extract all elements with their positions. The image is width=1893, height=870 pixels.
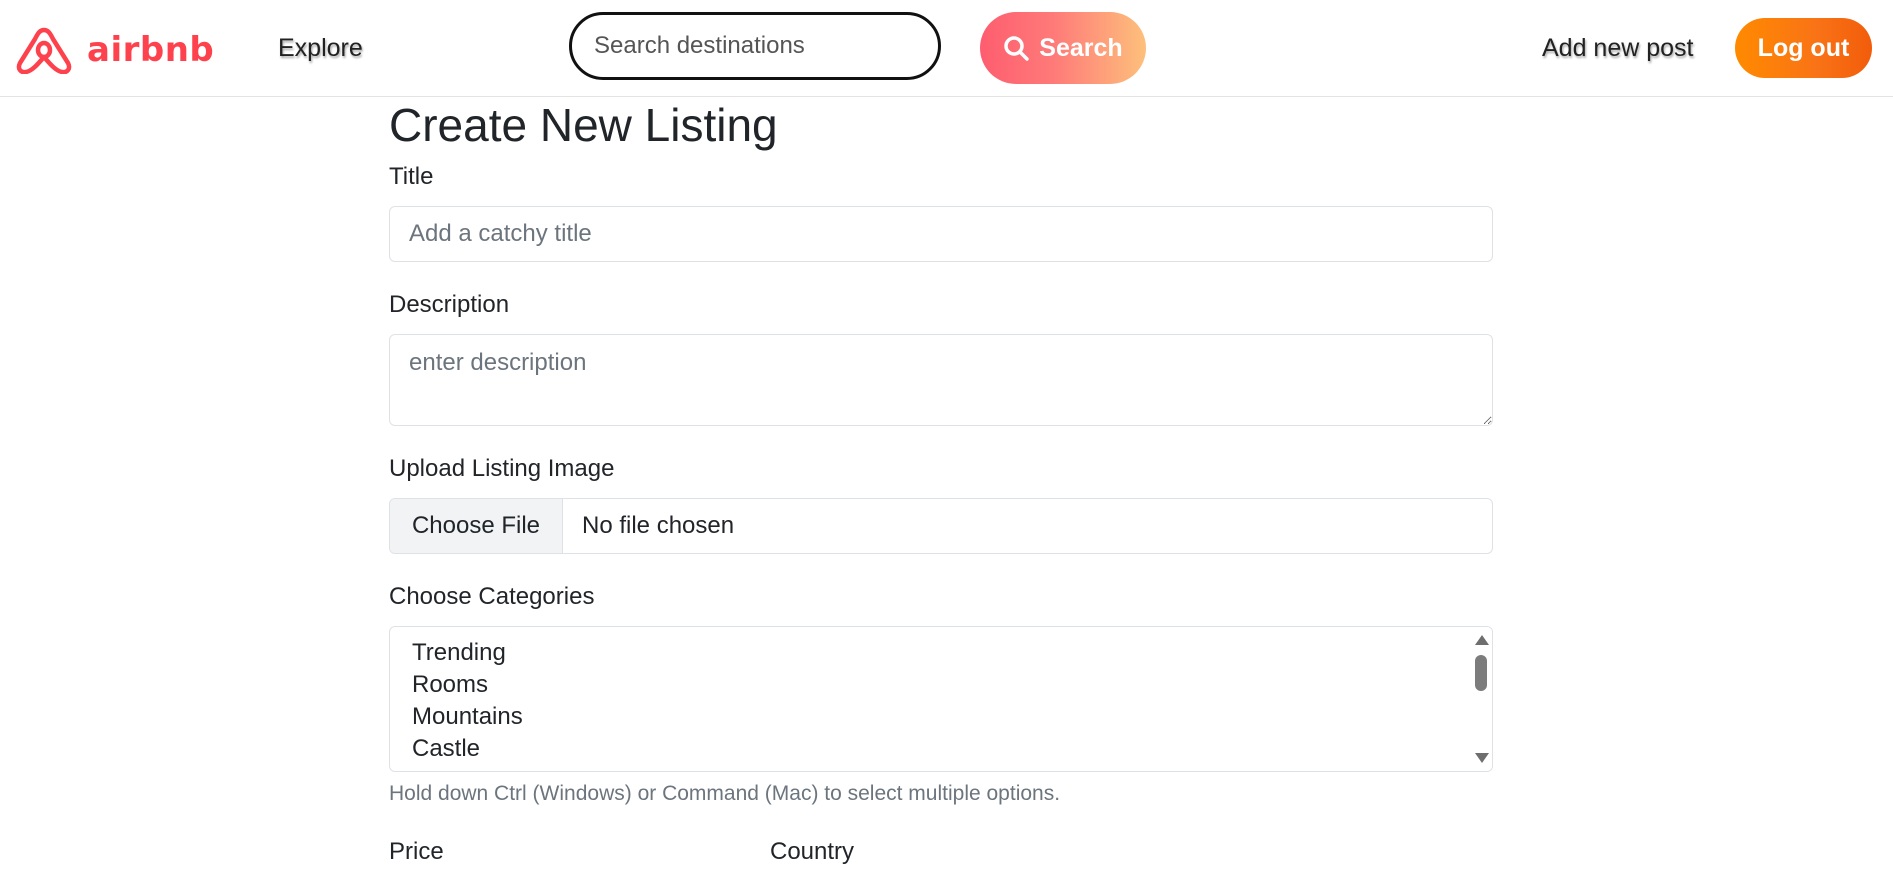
country-label: Country <box>770 838 855 865</box>
price-label: Price <box>389 838 444 865</box>
brand-name: airbnb <box>87 30 215 70</box>
page-scrollbar[interactable] <box>1873 0 1893 870</box>
categories-scrollbar[interactable] <box>1470 627 1492 771</box>
categories-options-list: Trending Rooms Mountains Castle <box>390 627 1492 765</box>
image-file-input[interactable]: Choose File No file chosen <box>389 498 1493 554</box>
category-option-trending[interactable]: Trending <box>412 637 1492 669</box>
categories-help-text: Hold down Ctrl (Windows) or Command (Mac… <box>389 782 1061 805</box>
file-status-text: No file chosen <box>582 512 735 539</box>
category-option-castle[interactable]: Castle <box>412 733 1492 765</box>
description-textarea[interactable] <box>389 334 1493 426</box>
add-new-post-link[interactable]: Add new post <box>1542 34 1694 63</box>
choose-file-button[interactable]: Choose File <box>390 499 563 553</box>
categories-multiselect[interactable]: Trending Rooms Mountains Castle <box>389 626 1493 772</box>
search-input[interactable] <box>569 12 941 80</box>
scroll-thumb[interactable] <box>1475 655 1487 691</box>
scroll-up-arrow-icon[interactable] <box>1475 635 1489 645</box>
search-button-label: Search <box>1039 33 1123 62</box>
search-icon <box>1004 36 1030 61</box>
page-title: Create New Listing <box>389 99 778 151</box>
search-button[interactable]: Search <box>980 12 1146 84</box>
description-label: Description <box>389 291 510 318</box>
brand-logo[interactable]: airbnb <box>11 26 214 74</box>
category-option-mountains[interactable]: Mountains <box>412 701 1492 733</box>
title-label: Title <box>389 163 434 190</box>
nav-explore-link[interactable]: Explore <box>278 34 363 63</box>
title-input[interactable] <box>389 206 1493 262</box>
airbnb-logo-icon <box>16 27 72 74</box>
navbar: airbnb Explore Search Add new post Log o… <box>0 0 1893 97</box>
image-upload-label: Upload Listing Image <box>389 455 615 482</box>
category-option-rooms[interactable]: Rooms <box>412 669 1492 701</box>
categories-label: Choose Categories <box>389 583 595 610</box>
scroll-down-arrow-icon[interactable] <box>1475 753 1489 763</box>
logout-button[interactable]: Log out <box>1735 18 1872 78</box>
